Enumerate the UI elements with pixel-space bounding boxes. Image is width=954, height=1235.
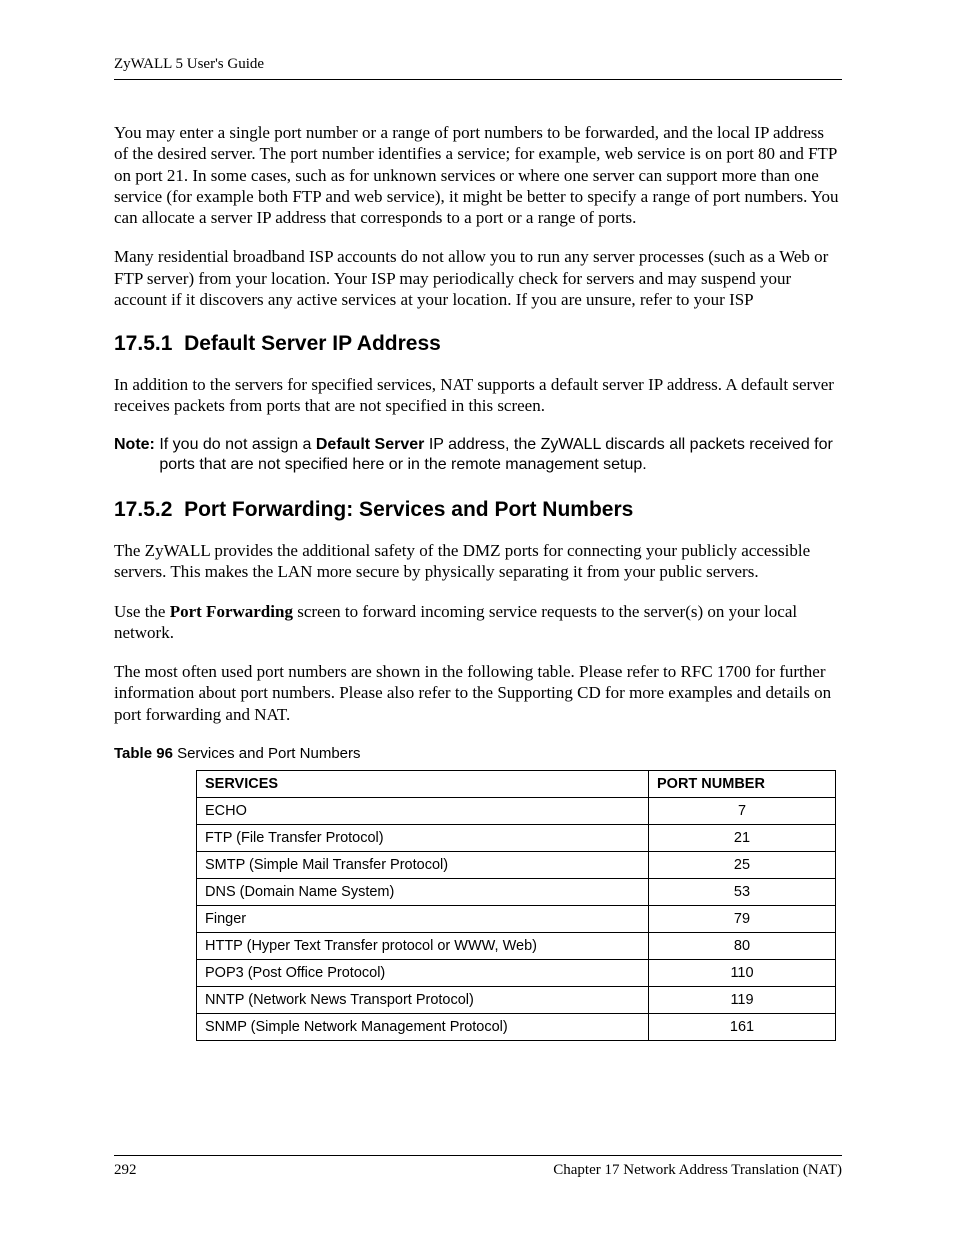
table-cell-port: 79 xyxy=(649,905,836,932)
table-cell-port: 110 xyxy=(649,959,836,986)
table-cell-port: 80 xyxy=(649,932,836,959)
table-cell-service: DNS (Domain Name System) xyxy=(197,878,649,905)
section2-paragraph-1: The ZyWALL provides the additional safet… xyxy=(114,540,842,583)
note-block: Note: If you do not assign a Default Ser… xyxy=(114,435,842,477)
table-row: NNTP (Network News Transport Protocol)11… xyxy=(197,986,836,1013)
table-cell-service: SMTP (Simple Mail Transfer Protocol) xyxy=(197,851,649,878)
table-row: POP3 (Post Office Protocol)110 xyxy=(197,959,836,986)
section-heading-2: 17.5.2 Port Forwarding: Services and Por… xyxy=(114,498,842,522)
table-cell-port: 119 xyxy=(649,986,836,1013)
intro-paragraph-1: You may enter a single port number or a … xyxy=(114,122,842,228)
table-caption-title: Services and Port Numbers xyxy=(173,745,361,762)
note-label: Note: xyxy=(114,436,159,453)
table-row: ECHO7 xyxy=(197,797,836,824)
section-title: Port Forwarding: Services and Port Numbe… xyxy=(184,498,633,521)
table-cell-port: 7 xyxy=(649,797,836,824)
table-cell-service: SNMP (Simple Network Management Protocol… xyxy=(197,1013,649,1040)
table-cell-service: Finger xyxy=(197,905,649,932)
table-header-services: SERVICES xyxy=(197,770,649,797)
section2-paragraph-2: Use the Port Forwarding screen to forwar… xyxy=(114,601,842,644)
table-cell-port: 25 xyxy=(649,851,836,878)
table-row: HTTP (Hyper Text Transfer protocol or WW… xyxy=(197,932,836,959)
table-cell-service: HTTP (Hyper Text Transfer protocol or WW… xyxy=(197,932,649,959)
running-head: ZyWALL 5 User's Guide xyxy=(114,56,842,80)
table-row: SMTP (Simple Mail Transfer Protocol)25 xyxy=(197,851,836,878)
note-body: If you do not assign a Default Server IP… xyxy=(159,435,842,477)
note-pre: If you do not assign a xyxy=(159,436,316,453)
section-number: 17.5.2 xyxy=(114,498,172,521)
table-cell-service: FTP (File Transfer Protocol) xyxy=(197,824,649,851)
table-caption-label: Table 96 xyxy=(114,745,173,762)
table-row: DNS (Domain Name System)53 xyxy=(197,878,836,905)
table-cell-port: 161 xyxy=(649,1013,836,1040)
chapter-label: Chapter 17 Network Address Translation (… xyxy=(553,1162,842,1179)
table-row: Finger79 xyxy=(197,905,836,932)
table-caption: Table 96 Services and Port Numbers xyxy=(114,745,842,762)
para2-bold: Port Forwarding xyxy=(170,602,293,621)
section2-paragraph-3: The most often used port numbers are sho… xyxy=(114,661,842,725)
table-cell-port: 21 xyxy=(649,824,836,851)
table-header-port: PORT NUMBER xyxy=(649,770,836,797)
page-container: ZyWALL 5 User's Guide You may enter a si… xyxy=(0,0,954,1235)
intro-paragraph-2: Many residential broadband ISP accounts … xyxy=(114,246,842,310)
table-row: SNMP (Simple Network Management Protocol… xyxy=(197,1013,836,1040)
section-number: 17.5.1 xyxy=(114,332,172,355)
services-port-table: SERVICES PORT NUMBER ECHO7FTP (File Tran… xyxy=(196,770,836,1041)
table-cell-port: 53 xyxy=(649,878,836,905)
table-header-row: SERVICES PORT NUMBER xyxy=(197,770,836,797)
section1-paragraph: In addition to the servers for specified… xyxy=(114,374,842,417)
table-cell-service: ECHO xyxy=(197,797,649,824)
note-bold: Default Server xyxy=(316,436,425,453)
section-heading-1: 17.5.1 Default Server IP Address xyxy=(114,332,842,356)
table-cell-service: NNTP (Network News Transport Protocol) xyxy=(197,986,649,1013)
table-row: FTP (File Transfer Protocol)21 xyxy=(197,824,836,851)
table-cell-service: POP3 (Post Office Protocol) xyxy=(197,959,649,986)
section-title: Default Server IP Address xyxy=(184,332,441,355)
para2-pre: Use the xyxy=(114,602,170,621)
page-footer: 292 Chapter 17 Network Address Translati… xyxy=(114,1155,842,1179)
page-number: 292 xyxy=(114,1162,137,1179)
